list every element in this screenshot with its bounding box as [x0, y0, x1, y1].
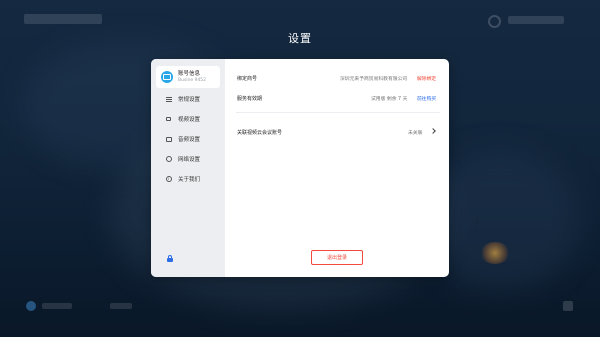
- sidebar-item-label: 音频设置: [178, 137, 201, 143]
- sliders-icon: [165, 96, 172, 103]
- app-logo: [24, 14, 102, 24]
- sidebar-item-label: 网络设置: [178, 157, 201, 163]
- sidebar-item-network[interactable]: 网络设置: [165, 154, 200, 164]
- sidebar-item-video[interactable]: 视频设置: [165, 114, 200, 124]
- unbind-link[interactable]: 解除绑定: [417, 75, 436, 82]
- account-id: Busine 9452: [178, 78, 207, 83]
- sidebar-item-label: 常规设置: [178, 97, 201, 103]
- avatar: [26, 301, 36, 311]
- settings-sidebar: 账号信息 Busine 9452 常规设置 视频设置 音频设置 网络设置 i 关…: [151, 59, 225, 277]
- bottom-status: [42, 303, 72, 309]
- camera-icon: [165, 116, 172, 123]
- gear-icon: [488, 15, 501, 28]
- sidebar-item-about[interactable]: i 关于我们: [165, 174, 200, 184]
- info-icon: i: [165, 176, 172, 183]
- lock-icon[interactable]: [167, 255, 173, 262]
- globe-icon: [165, 156, 172, 163]
- sidebar-item-label: 关于我们: [178, 177, 201, 183]
- settings-dialog: 账号信息 Busine 9452 常规设置 视频设置 音频设置 网络设置 i 关…: [151, 59, 449, 277]
- linked-meeting-status: 未关联: [408, 131, 423, 136]
- user-info: [508, 16, 564, 24]
- bottom-icon: [563, 301, 573, 311]
- divider: [236, 112, 440, 113]
- account-name: 账号信息: [178, 71, 201, 77]
- sidebar-item-account[interactable]: 账号信息 Busine 9452: [156, 66, 220, 88]
- service-period-value: 试用版 剩余 7 天: [371, 97, 408, 102]
- sidebar-item-label: 视频设置: [178, 117, 201, 123]
- speaker-icon: [165, 136, 172, 143]
- bound-account-value: 深圳元来予商贸易科教有限公司: [340, 77, 408, 82]
- page-title: 设置: [288, 32, 312, 45]
- sidebar-item-audio[interactable]: 音频设置: [165, 134, 200, 144]
- bottom-status: [110, 303, 132, 309]
- chevron-right-icon[interactable]: [430, 128, 436, 134]
- purchase-link[interactable]: 前往购买: [417, 95, 436, 102]
- settings-content: 绑定商号 深圳元来予商贸易科教有限公司 解除绑定 服务有效期 试用版 剩余 7 …: [225, 59, 449, 277]
- account-avatar-icon: [161, 71, 173, 83]
- service-period-label: 服务有效期: [237, 96, 263, 102]
- sidebar-item-general[interactable]: 常规设置: [165, 94, 200, 104]
- logout-button[interactable]: 退出登录: [311, 250, 363, 265]
- linked-meeting-label[interactable]: 关联视频云会议账号: [237, 129, 282, 136]
- bound-account-label: 绑定商号: [237, 76, 258, 82]
